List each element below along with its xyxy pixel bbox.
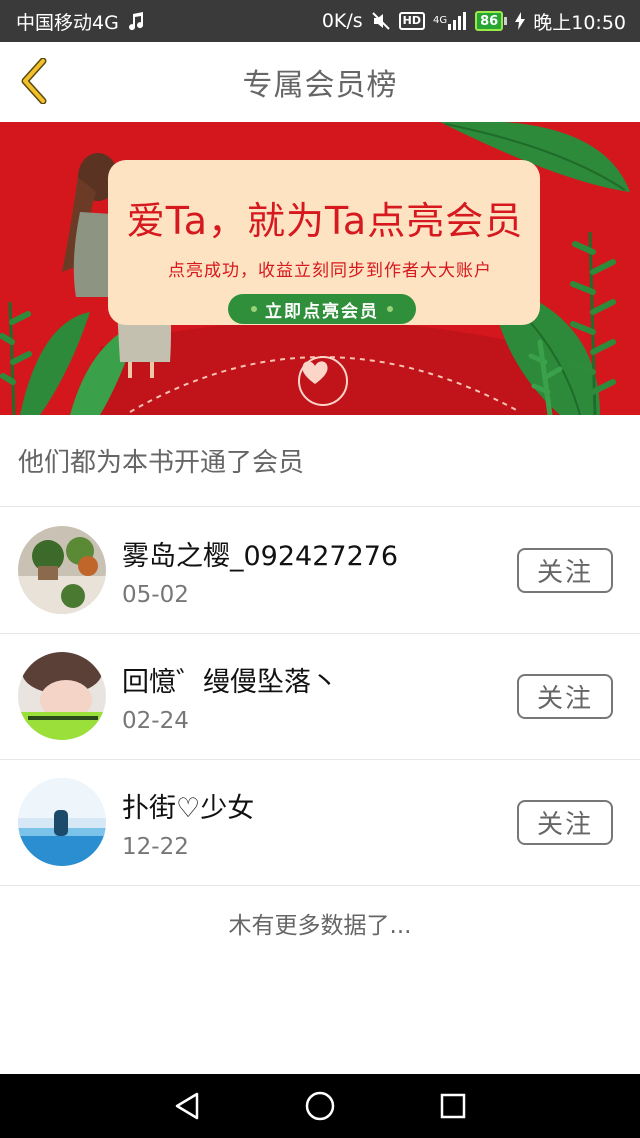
no-more-data-label: 木有更多数据了...	[228, 913, 412, 939]
member-date: 12-22	[122, 834, 189, 860]
avatar[interactable]	[18, 526, 106, 614]
charging-icon	[515, 12, 526, 30]
nav-back-button[interactable]	[155, 1074, 219, 1138]
list-item[interactable]: 扑街♡少女 12-22 关注	[0, 760, 640, 886]
triangle-back-icon	[175, 1092, 198, 1120]
member-name[interactable]: 扑街♡少女	[122, 786, 254, 825]
avatar[interactable]	[18, 652, 106, 740]
heart-seal-icon	[298, 356, 348, 406]
screen: 中国移动4G 0K/s HD 4G 86 晚上10:50 专属会员榜 爱Ta，就…	[0, 0, 640, 1138]
page-title: 专属会员榜	[242, 68, 398, 103]
hd-badge: HD	[398, 12, 426, 30]
system-nav-bar	[0, 1074, 640, 1138]
follow-button[interactable]: 关注	[517, 800, 613, 845]
light-up-member-button[interactable]: 立即点亮会员	[228, 294, 416, 324]
member-name[interactable]: 雾岛之樱_092427276	[122, 534, 398, 573]
title-bar: 专属会员榜	[0, 42, 640, 122]
network-type: 4G	[433, 15, 448, 26]
carrier-label: 中国移动4G	[16, 11, 119, 34]
list-item[interactable]: 回憶゛缦僈坠落丶 02-24 关注	[0, 634, 640, 760]
music-note-icon	[127, 11, 145, 31]
clock: 晚上10:50	[533, 11, 626, 34]
mute-icon	[371, 11, 391, 31]
member-list: 雾岛之樱_092427276 05-02 关注 回憶゛缦僈坠落丶 02-24 关…	[0, 508, 640, 886]
member-name[interactable]: 回憶゛缦僈坠落丶	[122, 660, 338, 699]
member-date: 05-02	[122, 582, 189, 608]
cta-label: 立即点亮会员	[265, 301, 379, 322]
banner-headline: 爱Ta，就为Ta点亮会员	[126, 199, 524, 243]
signal-icon: 4G	[433, 12, 467, 30]
square-recents-icon	[441, 1093, 466, 1119]
status-bar: 中国移动4G 0K/s HD 4G 86 晚上10:50	[0, 0, 640, 42]
circle-home-icon	[305, 1091, 335, 1121]
network-speed: 0K/s	[321, 10, 363, 32]
battery-icon: 86	[475, 11, 508, 31]
follow-button[interactable]: 关注	[517, 674, 613, 719]
nav-recents-button[interactable]	[421, 1074, 485, 1138]
list-item[interactable]: 雾岛之樱_092427276 05-02 关注	[0, 508, 640, 634]
avatar[interactable]	[18, 778, 106, 866]
back-button[interactable]	[14, 56, 54, 106]
section-title: 他们都为本书开通了会员	[0, 415, 640, 507]
promo-banner[interactable]: 爱Ta，就为Ta点亮会员 点亮成功，收益立刻同步到作者大大账户 立即点亮会员	[0, 122, 640, 415]
chevron-left-icon	[21, 58, 47, 104]
member-date: 02-24	[122, 708, 189, 734]
nav-home-button[interactable]	[288, 1074, 352, 1138]
battery-level: 86	[475, 11, 504, 31]
banner-subtitle: 点亮成功，收益立刻同步到作者大大账户	[168, 261, 492, 281]
follow-button[interactable]: 关注	[517, 548, 613, 593]
